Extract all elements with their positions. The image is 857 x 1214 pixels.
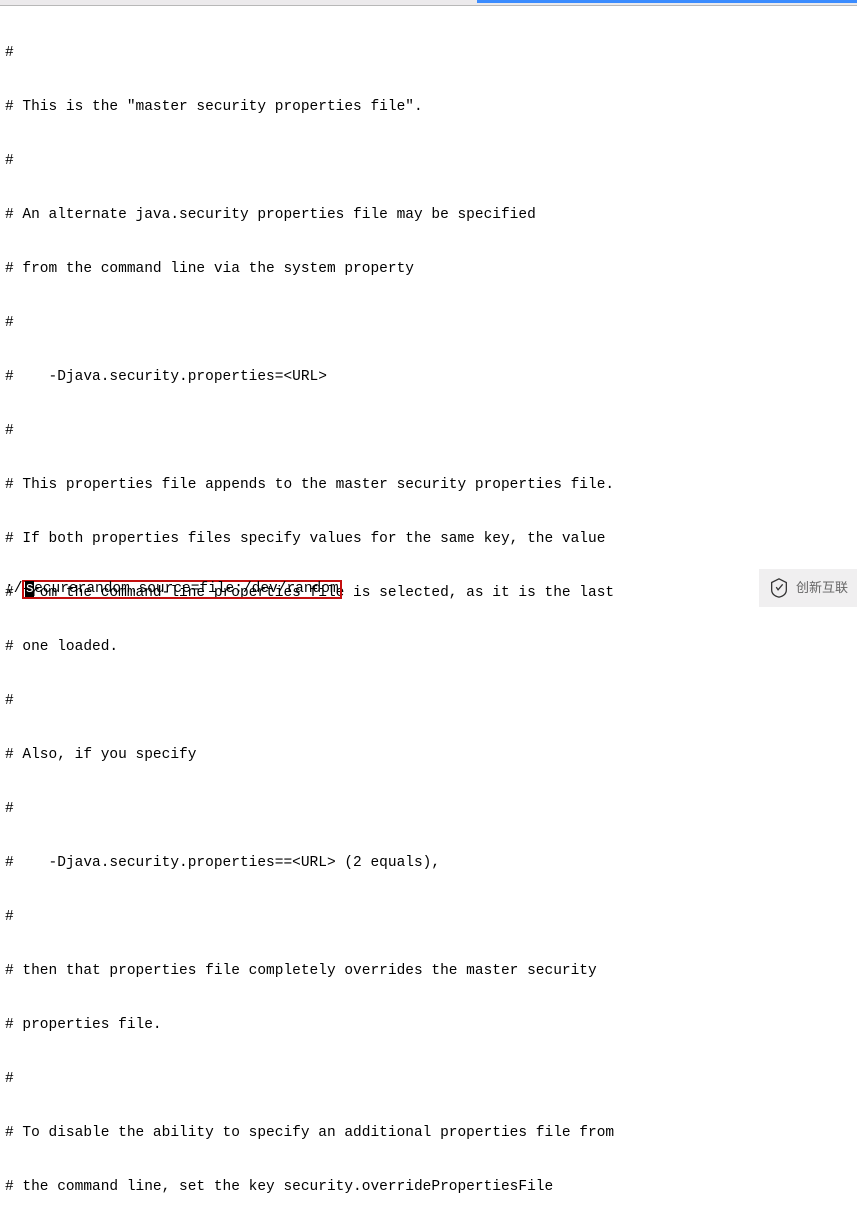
tab-active-highlight <box>477 0 857 3</box>
editor-line[interactable]: # properties file. <box>5 1016 857 1034</box>
editor-line[interactable]: # This properties file appends to the ma… <box>5 476 857 494</box>
editor-line[interactable]: # An alternate java.security properties … <box>5 206 857 224</box>
editor-line[interactable]: # <box>5 908 857 926</box>
editor-line[interactable]: # <box>5 422 857 440</box>
watermark-badge: 创新互联 <box>759 569 857 607</box>
command-prefix: :/ <box>5 580 22 598</box>
cursor-position: s <box>25 581 34 597</box>
search-highlight-box: securerandom.source=file:/dev/random <box>22 580 341 599</box>
editor-line[interactable]: # To disable the ability to specify an a… <box>5 1124 857 1142</box>
editor-line[interactable]: # <box>5 152 857 170</box>
editor-line[interactable]: # from the command line via the system p… <box>5 260 857 278</box>
watermark-logo-icon <box>768 577 790 599</box>
editor-line[interactable]: # This is the "master security propertie… <box>5 98 857 116</box>
search-query-text: ecurerandom.source=file:/dev/random <box>34 581 339 597</box>
editor-line[interactable]: # Also, if you specify <box>5 746 857 764</box>
editor-line[interactable]: # -Djava.security.properties=<URL> <box>5 368 857 386</box>
editor-line[interactable]: # If both properties files specify value… <box>5 530 857 548</box>
editor-line[interactable]: # -Djava.security.properties==<URL> (2 e… <box>5 854 857 872</box>
editor-line[interactable]: # the command line, set the key security… <box>5 1178 857 1196</box>
editor-line[interactable]: # <box>5 692 857 710</box>
editor-line[interactable]: # one loaded. <box>5 638 857 656</box>
vim-command-line[interactable]: :/securerandom.source=file:/dev/random <box>5 580 857 598</box>
editor-line[interactable]: # <box>5 1070 857 1088</box>
editor-line[interactable]: # then that properties file completely o… <box>5 962 857 980</box>
editor-line[interactable]: # <box>5 314 857 332</box>
editor-content[interactable]: # # This is the "master security propert… <box>5 8 857 1214</box>
editor-line[interactable]: # <box>5 800 857 818</box>
editor-line[interactable]: # <box>5 44 857 62</box>
watermark-text: 创新互联 <box>796 579 848 597</box>
